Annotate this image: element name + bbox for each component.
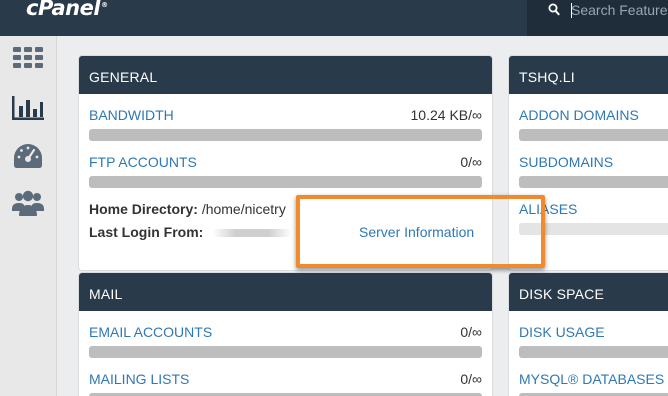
disk-space-panel: DISK SPACE DISK USAGE MYSQL® DATABASES <box>508 272 668 396</box>
bandwidth-usage-bar <box>89 129 482 141</box>
sidebar-item-home[interactable] <box>10 41 46 75</box>
ftp-accounts-link[interactable]: FTP ACCOUNTS <box>89 154 197 170</box>
bandwidth-stat: BANDWIDTH 10.24 KB/∞ <box>89 107 482 141</box>
home-directory-row: Home Directory: /home/nicetry <box>89 201 286 217</box>
top-bar: cPanel® <box>0 0 668 36</box>
sidebar <box>0 36 57 396</box>
sidebar-item-users[interactable] <box>10 186 46 220</box>
subdomains-stat: SUBDOMAINS <box>519 154 668 188</box>
home-directory-label: Home Directory: <box>89 201 198 217</box>
last-login-label: Last Login From: <box>89 224 204 240</box>
mailing-lists-link[interactable]: MAILING LISTS <box>89 371 189 387</box>
addon-domains-link[interactable]: ADDON DOMAINS <box>519 107 639 123</box>
bandwidth-value: 10.24 KB/∞ <box>410 107 482 123</box>
search-input[interactable] <box>571 1 668 19</box>
text-caret <box>571 3 572 18</box>
ftp-accounts-value: 0/∞ <box>460 154 482 170</box>
email-accounts-usage-bar <box>89 346 482 358</box>
mail-panel-title: MAIL <box>79 273 492 311</box>
email-accounts-link[interactable]: EMAIL ACCOUNTS <box>89 324 212 340</box>
ftp-accounts-stat: FTP ACCOUNTS 0/∞ <box>89 154 482 188</box>
mailing-lists-value: 0/∞ <box>460 371 482 387</box>
grid-icon <box>13 47 43 68</box>
disk-usage-bar <box>519 346 668 358</box>
disk-usage-stat: DISK USAGE <box>519 324 668 358</box>
email-accounts-stat: EMAIL ACCOUNTS 0/∞ <box>89 324 482 358</box>
sidebar-item-statistics[interactable] <box>10 91 46 125</box>
search-box[interactable] <box>527 0 668 36</box>
mail-panel: MAIL EMAIL ACCOUNTS 0/∞ MAILING LISTS 0/… <box>78 272 493 396</box>
cpanel-logo[interactable]: cPanel® <box>26 0 108 20</box>
disk-space-panel-title: DISK SPACE <box>509 273 668 311</box>
search-icon <box>548 3 560 16</box>
addon-domains-usage-bar <box>519 129 668 141</box>
subdomains-link[interactable]: SUBDOMAINS <box>519 154 613 170</box>
mysql-databases-link[interactable]: MYSQL® DATABASES <box>519 371 664 387</box>
domains-panel-title: TSHQ.LI <box>509 56 668 94</box>
redacted-ip-address <box>212 229 292 237</box>
email-accounts-value: 0/∞ <box>460 324 482 340</box>
sidebar-item-dashboard[interactable] <box>10 139 46 173</box>
addon-domains-stat: ADDON DOMAINS <box>519 107 668 141</box>
bar-chart-icon <box>12 96 44 120</box>
subdomains-usage-bar <box>519 176 668 188</box>
mysql-databases-stat: MYSQL® DATABASES <box>519 371 668 396</box>
ftp-accounts-usage-bar <box>89 176 482 188</box>
gauge-icon <box>14 144 42 168</box>
disk-usage-link[interactable]: DISK USAGE <box>519 324 605 340</box>
mailing-lists-stat: MAILING LISTS 0/∞ <box>89 371 482 396</box>
home-directory-value: /home/nicetry <box>201 201 286 217</box>
general-panel-title: GENERAL <box>79 56 492 94</box>
orange-highlight-box <box>296 195 545 268</box>
last-login-row: Last Login From: <box>89 224 203 240</box>
users-icon <box>12 190 44 216</box>
bandwidth-link[interactable]: BANDWIDTH <box>89 107 174 123</box>
